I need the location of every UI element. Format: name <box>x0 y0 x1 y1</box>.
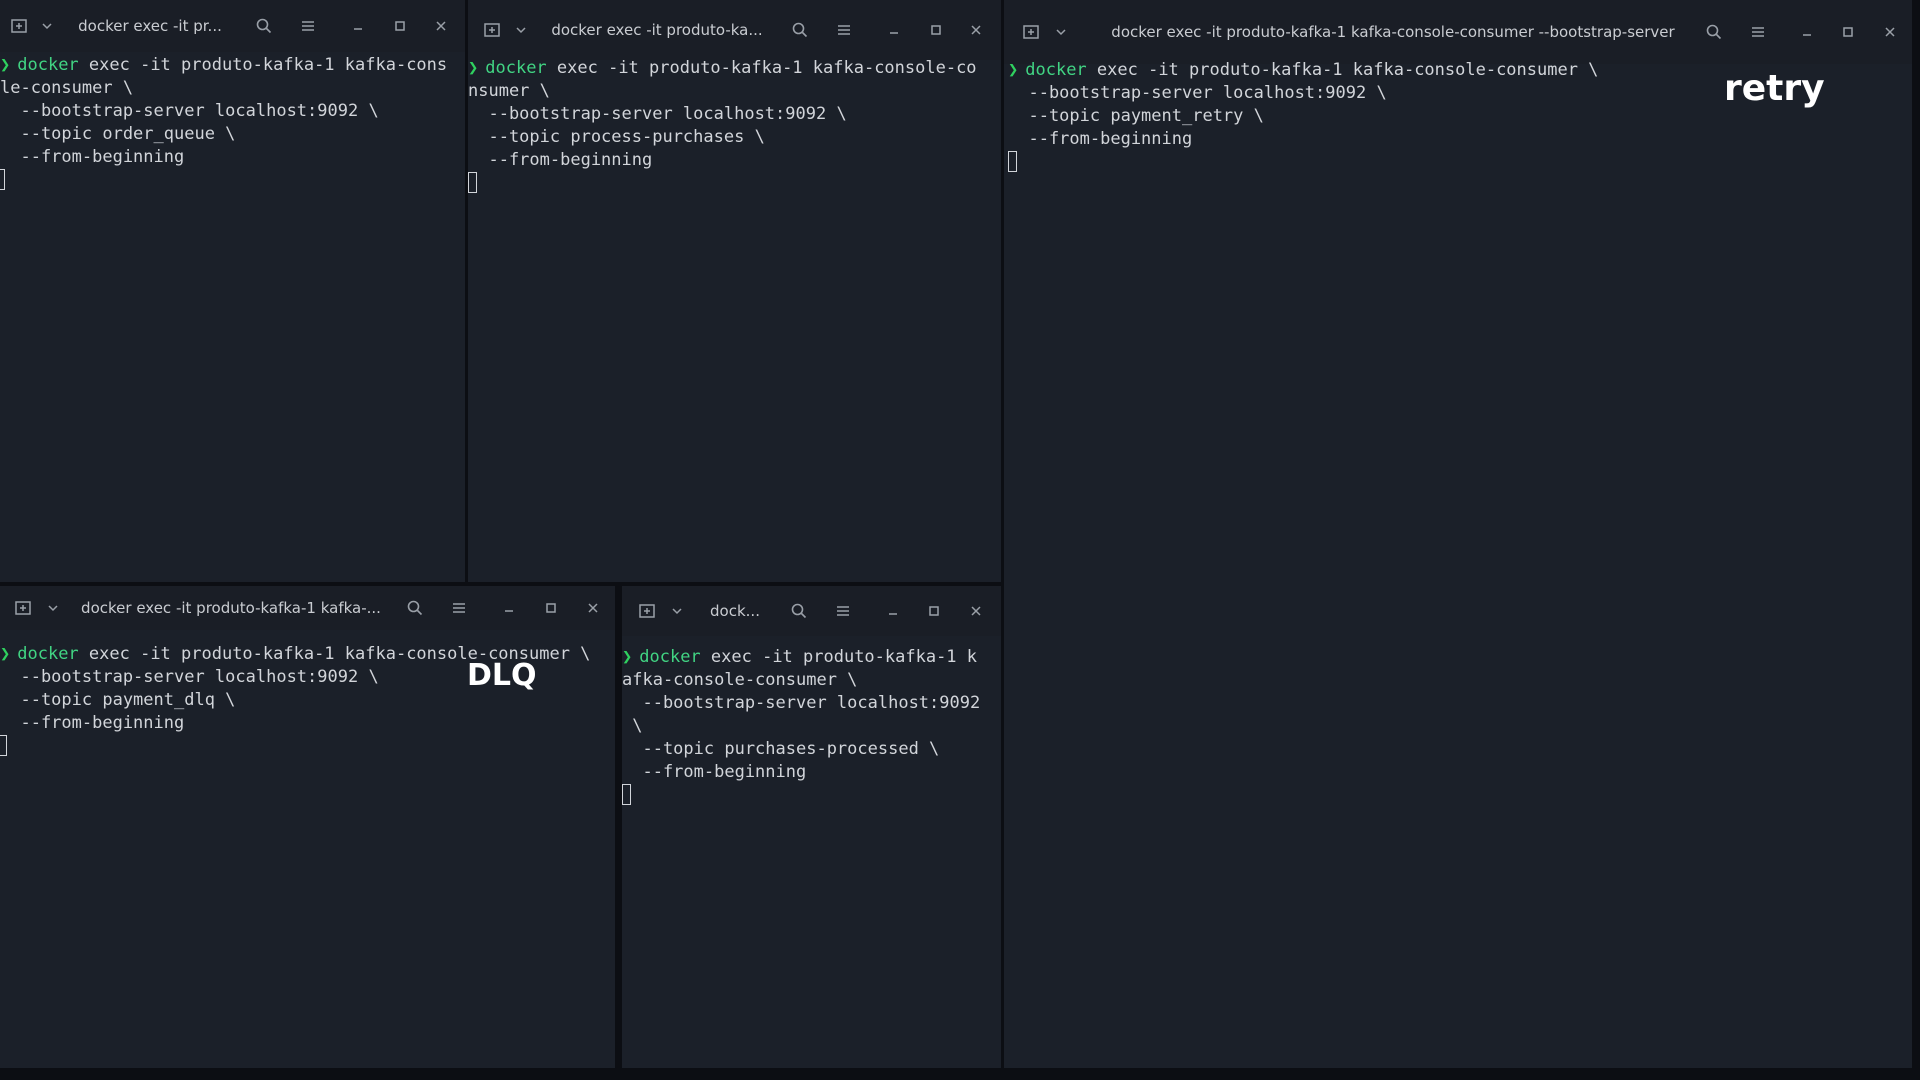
terminal-window-payment-retry[interactable]: docker exec -it produto-kafka-1 kafka-co… <box>1004 0 1912 1068</box>
new-tab-icon[interactable] <box>14 599 32 617</box>
terminal-line: ❯ docker exec -it produto-kafka-1 kafka-c… <box>468 57 1001 80</box>
minimize-icon[interactable] <box>352 20 364 32</box>
titlebar[interactable]: docker exec -it produto-ka... <box>468 0 1001 60</box>
menu-icon[interactable] <box>1750 24 1766 40</box>
command-text: exec -it produto-kafka-1 kafka-console-c… <box>1086 60 1599 80</box>
terminal-line: --from-beginning <box>0 713 185 733</box>
new-tab-icon[interactable] <box>638 602 656 620</box>
terminal-line: --topic purchases-processed \ <box>622 739 940 759</box>
search-icon[interactable] <box>255 17 273 35</box>
terminal-output[interactable]: ❯ docker exec -it produto-kafka-1 kafka-c… <box>0 643 615 1068</box>
terminal-output[interactable]: ❯ docker exec -it produto-kafka-1 kafka-c… <box>0 52 465 582</box>
search-icon[interactable] <box>1705 23 1723 41</box>
window-title: docker exec -it produto-ka... <box>551 21 763 39</box>
terminal-line: ❯ docker exec -it produto-kafka-1 kafka-c… <box>0 54 465 77</box>
text-cursor <box>0 735 7 756</box>
prompt-icon: ❯ <box>622 647 633 667</box>
chevron-down-icon[interactable] <box>46 601 60 615</box>
terminal-output[interactable]: ❯ docker exec -it produto-kafka-1 kafka-c… <box>468 57 1001 582</box>
search-icon[interactable] <box>406 599 424 617</box>
window-title: docker exec -it produto-kafka-1 kafka-..… <box>81 599 381 617</box>
maximize-icon[interactable] <box>1842 26 1854 38</box>
titlebar[interactable]: docker exec -it pr... <box>0 0 465 52</box>
command-text: exec -it produto-kafka-1 kafka-console-c… <box>546 58 977 78</box>
titlebar[interactable]: docker exec -it produto-kafka-1 kafka-..… <box>0 586 615 630</box>
command-text: exec -it produto-kafka-1 kafka-cons <box>78 55 448 75</box>
terminal-line: --from-beginning <box>622 762 807 782</box>
new-tab-icon[interactable] <box>483 21 501 39</box>
chevron-down-icon[interactable] <box>1054 25 1068 39</box>
close-icon[interactable] <box>1884 26 1896 38</box>
command-name: docker <box>485 58 547 78</box>
close-icon[interactable] <box>435 20 447 32</box>
command-name: docker <box>1025 60 1087 80</box>
prompt-icon: ❯ <box>1008 60 1019 80</box>
prompt-icon: ❯ <box>468 58 479 78</box>
menu-icon[interactable] <box>835 603 851 619</box>
terminal-line: --topic process-purchases \ <box>468 127 765 147</box>
window-title: docker exec -it produto-kafka-1 kafka-co… <box>1111 23 1675 41</box>
text-cursor <box>622 784 631 805</box>
terminal-line: --from-beginning <box>1008 129 1193 149</box>
terminal-line: --topic order_queue \ <box>0 124 236 144</box>
minimize-icon[interactable] <box>887 605 899 617</box>
chevron-down-icon[interactable] <box>670 604 684 618</box>
terminal-window-order-queue[interactable]: docker exec -it pr... ❯ docker exec -it p… <box>0 0 465 582</box>
new-tab-icon[interactable] <box>1022 23 1040 41</box>
text-cursor <box>1008 151 1017 172</box>
terminal-line: \ <box>622 716 643 736</box>
menu-icon[interactable] <box>300 18 316 34</box>
close-icon[interactable] <box>970 605 982 617</box>
window-title: docker exec -it pr... <box>78 17 222 35</box>
terminal-line: --from-beginning <box>0 147 185 167</box>
terminal-line: ❯ docker exec -it produto-kafka-1 k <box>622 646 1001 669</box>
terminal-line: le-consumer \ <box>0 78 134 98</box>
dlq-label: DLQ <box>467 658 537 693</box>
maximize-icon[interactable] <box>545 602 557 614</box>
menu-icon[interactable] <box>451 600 467 616</box>
terminal-output[interactable]: ❯ docker exec -it produto-kafka-1 k afka-… <box>622 646 1001 1068</box>
text-cursor <box>0 169 5 190</box>
terminal-line: --bootstrap-server localhost:9092 \ <box>468 104 847 124</box>
chevron-down-icon[interactable] <box>514 23 528 37</box>
maximize-icon[interactable] <box>928 605 940 617</box>
terminal-window-payment-dlq[interactable]: docker exec -it produto-kafka-1 kafka-..… <box>0 586 615 1068</box>
minimize-icon[interactable] <box>503 602 515 614</box>
terminal-line: afka-console-consumer \ <box>622 670 858 690</box>
minimize-icon[interactable] <box>1801 26 1813 38</box>
terminal-window-purchases-processed[interactable]: dock... ❯ docker exec -it produto-kafka-1… <box>622 586 1001 1068</box>
window-title: dock... <box>710 602 760 620</box>
menu-icon[interactable] <box>836 22 852 38</box>
minimize-icon[interactable] <box>888 24 900 36</box>
search-icon[interactable] <box>790 602 808 620</box>
command-text: exec -it produto-kafka-1 k <box>700 647 978 667</box>
command-name: docker <box>17 644 79 664</box>
terminal-line: --from-beginning <box>468 150 653 170</box>
terminal-window-process-purchases[interactable]: docker exec -it produto-ka... ❯ docker ex… <box>468 0 1001 582</box>
search-icon[interactable] <box>791 21 809 39</box>
text-cursor <box>468 172 477 193</box>
prompt-icon: ❯ <box>0 55 11 75</box>
titlebar[interactable]: dock... <box>622 586 1001 636</box>
titlebar[interactable]: docker exec -it produto-kafka-1 kafka-co… <box>1004 0 1912 64</box>
maximize-icon[interactable] <box>930 24 942 36</box>
terminal-line: nsumer \ <box>468 81 550 101</box>
new-tab-icon[interactable] <box>10 17 28 35</box>
retry-label: retry <box>1724 68 1825 109</box>
command-name: docker <box>639 647 701 667</box>
chevron-down-icon[interactable] <box>40 19 54 33</box>
close-icon[interactable] <box>587 602 599 614</box>
close-icon[interactable] <box>970 24 982 36</box>
terminal-output[interactable]: ❯ docker exec -it produto-kafka-1 kafka-c… <box>1004 59 1912 1068</box>
maximize-icon[interactable] <box>394 20 406 32</box>
terminal-line: --bootstrap-server localhost:9092 <box>622 693 981 713</box>
command-name: docker <box>17 55 79 75</box>
terminal-line: --bootstrap-server localhost:9092 \ <box>0 101 379 121</box>
prompt-icon: ❯ <box>0 644 11 664</box>
